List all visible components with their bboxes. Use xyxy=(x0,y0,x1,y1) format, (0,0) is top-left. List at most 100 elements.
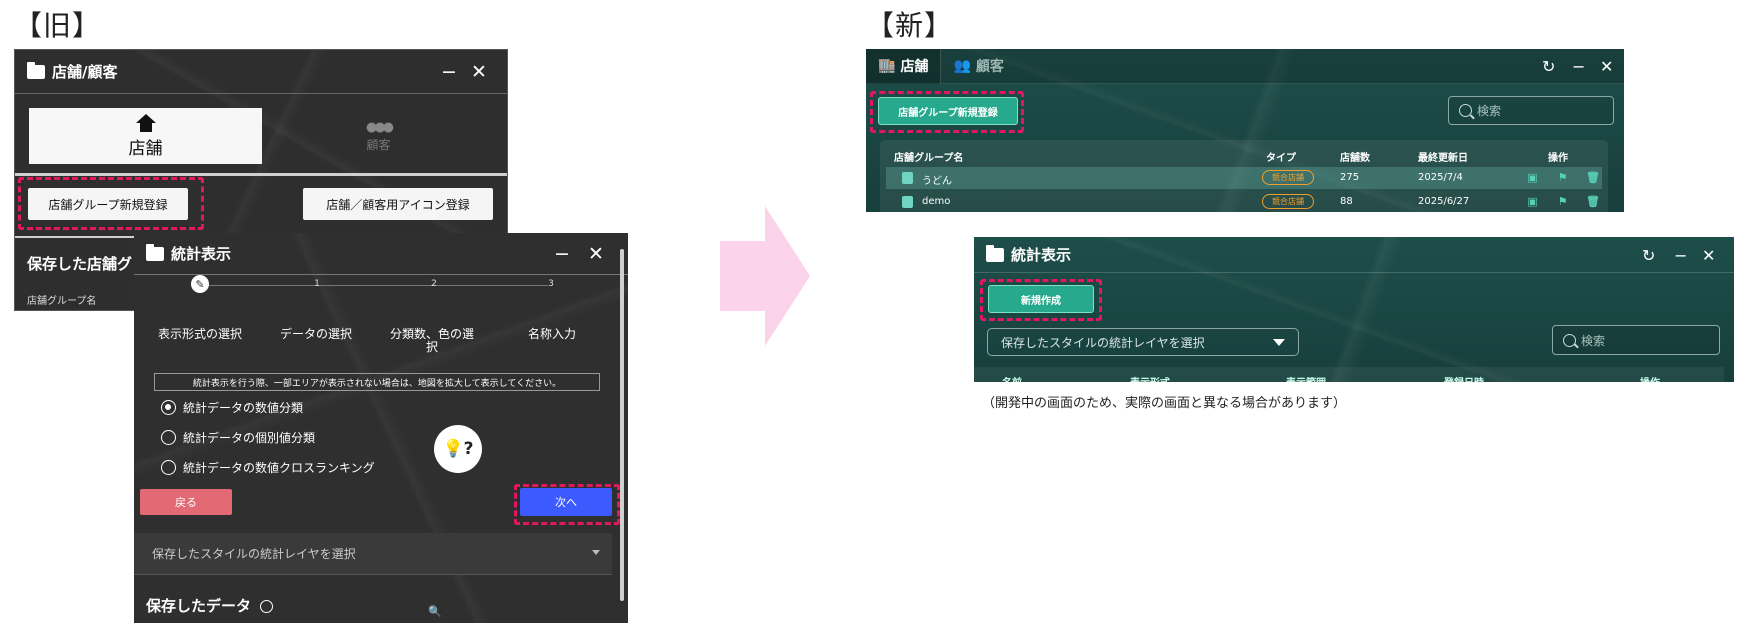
close-icon[interactable]: ✕ xyxy=(588,233,604,275)
option-label: 統計データの数値分類 xyxy=(183,401,304,415)
chevron-down-icon xyxy=(1273,339,1285,346)
step-2-number: 2 xyxy=(431,279,437,289)
back-button[interactable]: 戻る xyxy=(140,489,232,515)
search-icon xyxy=(1563,333,1576,347)
people-icon: ●●● xyxy=(365,119,394,135)
tab-shop-label: 店舗 xyxy=(900,59,929,75)
old-stats-title: 統計表示 xyxy=(171,245,232,263)
select-label: 保存したスタイルの統計レイヤを選択 xyxy=(1001,335,1205,350)
old-saved-groups-label: 保存した店舗グ xyxy=(27,255,133,273)
new-stats-window: 統計表示 ↻ − ✕ 新規作成 保存したスタイルの統計レイヤを選択 検索 名前 … xyxy=(974,237,1734,382)
close-icon[interactable]: ✕ xyxy=(1600,49,1613,84)
radio-icon[interactable] xyxy=(161,430,176,445)
old-register-group-button[interactable]: 店舗グループ新規登録 xyxy=(28,188,188,220)
minimize-icon[interactable]: − xyxy=(1572,49,1585,84)
search-icon xyxy=(1459,104,1472,117)
minimize-icon[interactable]: − xyxy=(1674,237,1687,273)
new-stats-search-input[interactable]: 検索 xyxy=(1552,325,1720,355)
new-shop-search-input[interactable]: 検索 xyxy=(1448,96,1614,125)
shop-edit-icon[interactable]: ▣ xyxy=(1526,171,1539,184)
old-shop-title: 店舗/顧客 xyxy=(52,63,118,81)
step-done-icon: ✎ xyxy=(191,275,209,293)
new-register-group-button[interactable]: 店舗グループ新規登録 xyxy=(878,97,1018,125)
trash-icon[interactable]: 🗑 xyxy=(1586,195,1600,208)
arrow-right-icon xyxy=(720,206,810,346)
tab-customer-label: 顧客 xyxy=(975,59,1004,75)
new-shop-tabs: 🏬 店舗 👥 顧客 xyxy=(866,49,1624,84)
map-pin-icon[interactable]: ⚑ xyxy=(1556,195,1569,208)
table-row[interactable]: demo 競合店舗 88 2025/6/27 ▣ ⚑ 🗑 xyxy=(886,191,1602,212)
row-name: demo xyxy=(922,196,951,207)
minimize-icon[interactable]: − xyxy=(441,50,457,94)
radio-checked-icon[interactable] xyxy=(161,400,176,415)
table-row[interactable]: うどん 競合店舗 275 2025/7/4 ▣ ⚑ 🗑 xyxy=(886,167,1602,189)
old-group-name-header: 店舗グループ名 xyxy=(27,296,97,307)
step-3-number: 3 xyxy=(548,279,554,289)
tab-shop[interactable]: 店舗 xyxy=(29,108,262,164)
tab-shop[interactable]: 🏬 店舗 xyxy=(866,49,942,84)
option-cross-ranking[interactable]: 統計データの数値クロスランキング xyxy=(161,459,375,476)
type-badge: 競合店舗 xyxy=(1262,194,1314,209)
row-name: うどん xyxy=(922,176,952,187)
people-icon: 👥 xyxy=(953,58,971,74)
map-pin-icon[interactable]: ⚑ xyxy=(1556,171,1569,184)
old-saved-data-label: 保存したデータ xyxy=(146,595,274,616)
row-count: 275 xyxy=(1340,172,1360,183)
col-header: タイプ xyxy=(1266,153,1296,164)
option-label: 統計データの数値クロスランキング xyxy=(183,461,375,475)
chevron-down-icon xyxy=(592,550,600,555)
step-label-3: 名称入力 xyxy=(527,327,576,341)
col-header: 登録日時 xyxy=(1444,374,1484,382)
option-numeric-class[interactable]: 統計データの数値分類 xyxy=(161,399,303,416)
next-button[interactable]: 次へ xyxy=(520,488,612,516)
close-icon[interactable]: ✕ xyxy=(1702,237,1715,273)
refresh-icon[interactable]: ↻ xyxy=(1642,237,1655,273)
stepper-line xyxy=(200,285,548,286)
row-count: 88 xyxy=(1340,196,1353,207)
folder-icon xyxy=(986,244,1004,262)
development-caption: （開発中の画面のため、実際の画面と異なる場合があります） xyxy=(982,396,1347,411)
scrollbar[interactable] xyxy=(620,249,624,601)
folder-icon xyxy=(146,243,164,261)
search-icon[interactable]: 🔍 xyxy=(428,605,442,618)
option-label: 統計データの個別値分類 xyxy=(183,431,316,445)
row-date: 2025/7/4 xyxy=(1418,172,1463,183)
tab-customer-label: 顧客 xyxy=(366,137,391,152)
tab-shop-label: 店舗 xyxy=(128,138,163,159)
minimize-icon[interactable]: − xyxy=(554,233,570,275)
tab-customer[interactable]: ●●● 顧客 xyxy=(262,108,495,164)
old-saved-style-select[interactable]: 保存したスタイルの統計レイヤを選択 xyxy=(134,533,612,575)
radio-icon[interactable] xyxy=(161,460,176,475)
step-label-2: 分類数、色の選択 xyxy=(389,327,474,354)
col-header: 操作 xyxy=(1548,153,1568,164)
step-label-0: 表示形式の選択 xyxy=(157,327,242,341)
step-1-number: 1 xyxy=(314,279,320,289)
old-icon-register-button[interactable]: 店舗／顧客用アイコン登録 xyxy=(303,188,493,220)
trash-icon[interactable]: 🗑 xyxy=(1586,171,1600,184)
new-shop-window: 🏬 店舗 👥 顧客 ↻ − ✕ 店舗グループ新規登録 検索 店舗グループ名 タイ… xyxy=(866,49,1624,212)
shop-edit-icon[interactable]: ▣ xyxy=(1526,195,1539,208)
refresh-icon[interactable]: ↻ xyxy=(1542,49,1555,84)
col-header: 表示形式 xyxy=(1130,374,1170,382)
saved-data-text: 保存したデータ xyxy=(146,597,252,615)
new-stats-titlebar: 統計表示 xyxy=(974,237,1734,273)
new-heading: 【新】 xyxy=(866,9,954,42)
row-date: 2025/6/27 xyxy=(1418,196,1470,207)
col-header: 名前 xyxy=(1002,374,1022,382)
search-placeholder: 検索 xyxy=(1581,333,1606,348)
notice-text: 統計表示を行う際、一部エリアが表示されない場合は、地図を拡大して表示してください… xyxy=(154,373,600,391)
old-shop-titlebar: 店舗/顧客 xyxy=(15,50,507,94)
folder-icon xyxy=(27,61,45,79)
new-saved-style-select[interactable]: 保存したスタイルの統計レイヤを選択 xyxy=(987,328,1299,356)
select-label: 保存したスタイルの統計レイヤを選択 xyxy=(152,547,356,561)
col-header: 最終更新日 xyxy=(1418,153,1468,164)
step-label-1: データの選択 xyxy=(279,327,352,341)
type-badge: 競合店舗 xyxy=(1262,170,1314,185)
col-header: 表示範囲 xyxy=(1286,374,1326,382)
lightbulb-help-icon[interactable]: 💡? xyxy=(434,425,482,473)
divider xyxy=(15,173,507,176)
tab-customer[interactable]: 👥 顧客 xyxy=(941,49,1015,84)
close-icon[interactable]: ✕ xyxy=(471,50,487,94)
new-create-button[interactable]: 新規作成 xyxy=(988,285,1094,313)
option-unique-class[interactable]: 統計データの個別値分類 xyxy=(161,429,315,446)
